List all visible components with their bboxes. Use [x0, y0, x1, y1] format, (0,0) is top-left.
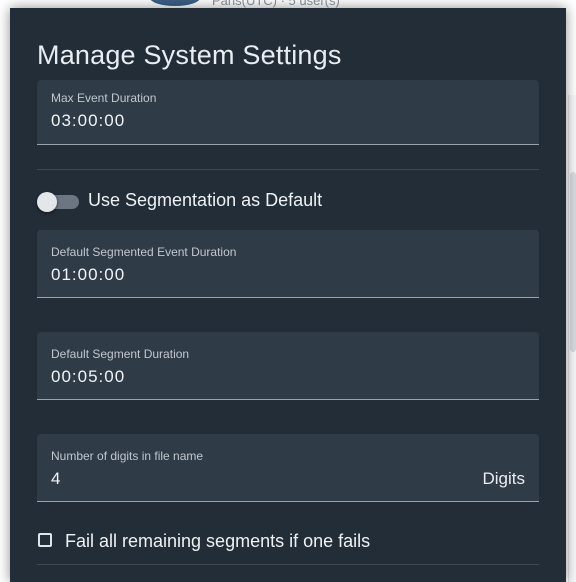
digits-in-file-name-field[interactable]: Number of digits in file name 4 Digits — [37, 434, 539, 502]
default-segmented-event-duration-field[interactable]: Default Segmented Event Duration 01:00:0… — [37, 230, 539, 298]
background-scrollbar-thumb[interactable] — [570, 172, 576, 352]
default-segment-duration-value[interactable]: 00:05:00 — [51, 367, 125, 387]
fail-remaining-segments-checkbox[interactable] — [38, 533, 52, 547]
digits-in-file-name-label: Number of digits in file name — [51, 449, 204, 463]
toggle-thumb — [37, 192, 57, 212]
digits-in-file-name-value[interactable]: 4 — [51, 469, 61, 489]
max-event-duration-value[interactable]: 03:00:00 — [51, 111, 125, 131]
default-segmented-event-duration-value[interactable]: 01:00:00 — [51, 265, 125, 285]
max-event-duration-label: Max Event Duration — [51, 91, 157, 105]
manage-system-settings-dialog: Manage System Settings Max Event Duratio… — [10, 8, 566, 582]
background-avatar-icon — [150, 0, 200, 6]
background-header-text: Paris(UTC) · 5 user(s) — [212, 0, 340, 8]
max-event-duration-field[interactable]: Max Event Duration 03:00:00 — [37, 80, 539, 145]
default-segment-duration-label: Default Segment Duration — [51, 347, 190, 361]
bottom-divider — [37, 564, 539, 565]
default-segment-duration-field[interactable]: Default Segment Duration 00:05:00 — [37, 332, 539, 400]
digits-suffix: Digits — [482, 469, 525, 488]
dialog-title: Manage System Settings — [37, 40, 342, 70]
section-divider — [37, 169, 539, 170]
use-segmentation-label[interactable]: Use Segmentation as Default — [88, 190, 322, 211]
fail-remaining-segments-label[interactable]: Fail all remaining segments if one fails — [65, 531, 370, 552]
default-segmented-event-duration-label: Default Segmented Event Duration — [51, 245, 237, 259]
use-segmentation-toggle[interactable] — [37, 192, 81, 212]
